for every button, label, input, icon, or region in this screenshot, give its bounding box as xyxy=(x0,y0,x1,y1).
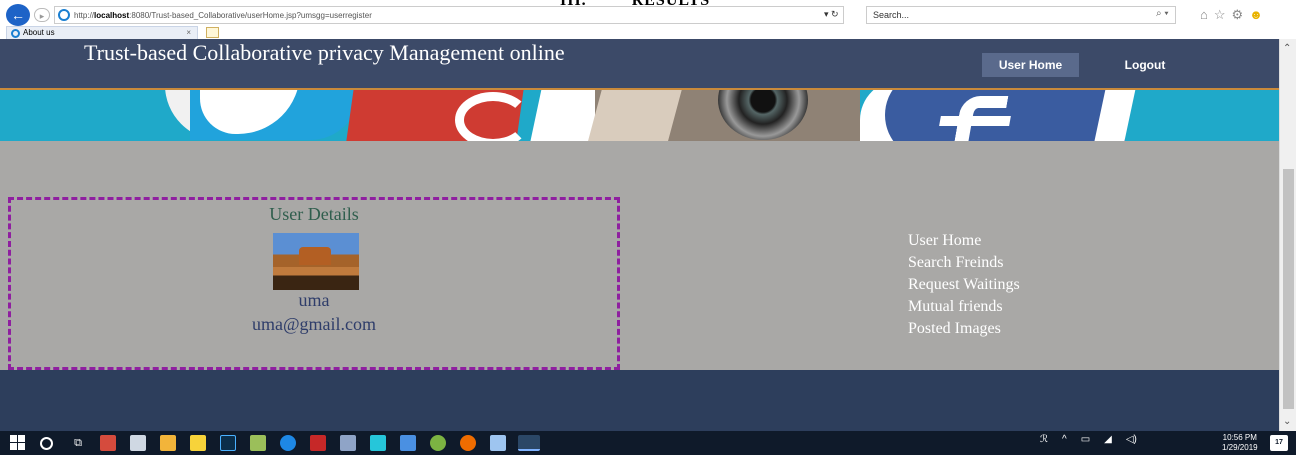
url-field[interactable]: http://localhost:8080/Trust-based_Collab… xyxy=(54,6,844,24)
back-arrow-icon: ← xyxy=(11,7,25,23)
menu-item-request-waitings[interactable]: Request Waitings xyxy=(908,274,1020,296)
clock-date: 1/29/2019 xyxy=(1222,443,1258,452)
side-menu: User Home Search Freinds Request Waiting… xyxy=(908,230,1020,340)
ie-page-icon xyxy=(58,9,70,21)
new-tab-button[interactable] xyxy=(206,27,219,38)
volume-icon[interactable]: ◁) xyxy=(1126,434,1137,445)
windows-taskbar: ⧉ ℛ ^ ▭ ◢ ◁) 10:56 PM 1/29/2019 17 xyxy=(0,431,1296,455)
social-media-banner xyxy=(0,90,1279,141)
avatar-rock-shape xyxy=(299,247,331,265)
nav-logout-link[interactable]: Logout xyxy=(1110,53,1180,77)
app-icon[interactable] xyxy=(100,435,116,451)
home-icon[interactable]: ⌂ xyxy=(1200,7,1208,23)
app-icon[interactable] xyxy=(400,435,416,451)
url-prefix: http:// xyxy=(74,10,95,20)
internet-explorer-icon[interactable] xyxy=(518,435,540,451)
settings-gear-icon[interactable]: ⚙ xyxy=(1232,7,1244,23)
feedback-smiley-icon[interactable]: ☻ xyxy=(1249,7,1263,23)
system-tray: ℛ ^ ▭ ◢ ◁) xyxy=(1040,434,1137,445)
app-icon[interactable] xyxy=(310,435,326,451)
tab-strip: About us × xyxy=(0,26,1296,39)
battery-icon[interactable]: ▭ xyxy=(1081,434,1090,445)
user-details-title: User Details xyxy=(269,204,359,224)
chevron-up-icon[interactable]: ^ xyxy=(1062,434,1067,445)
address-bar: ← ▸ http://localhost:8080/Trust-based_Co… xyxy=(0,4,1296,26)
scroll-up-icon[interactable]: ⌃ xyxy=(1283,43,1291,54)
sticky-notes-icon[interactable] xyxy=(190,435,206,451)
toolbar-icons: ⌂ ☆ ⚙ ☻ xyxy=(1200,7,1263,23)
taskbar-clock[interactable]: 10:56 PM 1/29/2019 xyxy=(1222,433,1258,453)
back-button[interactable]: ← xyxy=(6,4,30,26)
menu-item-posted-images[interactable]: Posted Images xyxy=(908,318,1020,340)
menu-item-user-home[interactable]: User Home xyxy=(908,230,1020,252)
url-path: :8080/Trust-based_Collaborative/userHome… xyxy=(129,10,372,20)
cortana-icon[interactable] xyxy=(40,437,53,450)
nav-user-home-button[interactable]: User Home xyxy=(982,53,1079,77)
main-content: User Details uma uma@gmail.com User Home… xyxy=(0,141,1279,370)
search-icon[interactable]: ⌕ ▾ xyxy=(1156,8,1169,19)
windows-start-icon[interactable] xyxy=(10,435,26,451)
app-icon[interactable] xyxy=(460,435,476,451)
forward-button[interactable]: ▸ xyxy=(34,8,50,22)
scroll-thumb[interactable] xyxy=(1283,169,1294,409)
edge-icon[interactable] xyxy=(280,435,296,451)
tab-title: About us xyxy=(23,28,55,37)
notification-center-icon[interactable]: 17 xyxy=(1270,435,1288,451)
page-viewport: Trust-based Collaborative privacy Manage… xyxy=(0,39,1279,431)
banner-shape xyxy=(939,116,1011,126)
clock-time: 10:56 PM xyxy=(1222,433,1257,442)
banner-shape xyxy=(585,90,685,141)
app-icon[interactable] xyxy=(340,435,356,451)
favorites-star-icon[interactable]: ☆ xyxy=(1214,7,1226,23)
avatar xyxy=(273,233,359,290)
people-icon[interactable]: ℛ xyxy=(1040,434,1048,445)
menu-item-search-friends[interactable]: Search Freinds xyxy=(908,252,1020,274)
ie-tab-icon xyxy=(11,29,20,38)
user-email: uma@gmail.com xyxy=(251,314,377,334)
user-details-panel: User Details uma uma@gmail.com xyxy=(8,197,620,370)
app-icon[interactable] xyxy=(250,435,266,451)
app-icon[interactable] xyxy=(130,435,146,451)
site-header: Trust-based Collaborative privacy Manage… xyxy=(0,39,1279,88)
tab-close-icon[interactable]: × xyxy=(186,27,191,39)
refresh-icon[interactable]: ▾ ↻ xyxy=(824,9,839,20)
file-explorer-icon[interactable] xyxy=(160,435,176,451)
user-name: uma xyxy=(298,290,330,310)
android-studio-icon[interactable] xyxy=(430,435,446,451)
google-g-icon xyxy=(455,92,531,141)
photoshop-icon[interactable] xyxy=(220,435,236,451)
menu-item-mutual-friends[interactable]: Mutual friends xyxy=(908,296,1020,318)
app-icon[interactable] xyxy=(370,435,386,451)
url-host: localhost xyxy=(94,10,130,20)
task-view-icon[interactable]: ⧉ xyxy=(70,435,86,451)
vertical-scrollbar[interactable]: ⌃ ⌄ xyxy=(1279,39,1296,431)
network-icon[interactable]: ◢ xyxy=(1104,434,1112,445)
page-footer xyxy=(0,370,1279,431)
scroll-down-icon[interactable]: ⌄ xyxy=(1283,416,1291,427)
browser-search-input[interactable]: Search... xyxy=(866,6,1176,24)
site-title: Trust-based Collaborative privacy Manage… xyxy=(84,40,565,65)
screen: III. RESULTS ← ▸ http://localhost:8080/T… xyxy=(0,0,1296,455)
tab-about-us[interactable]: About us × xyxy=(6,26,198,39)
app-icon[interactable] xyxy=(490,435,506,451)
